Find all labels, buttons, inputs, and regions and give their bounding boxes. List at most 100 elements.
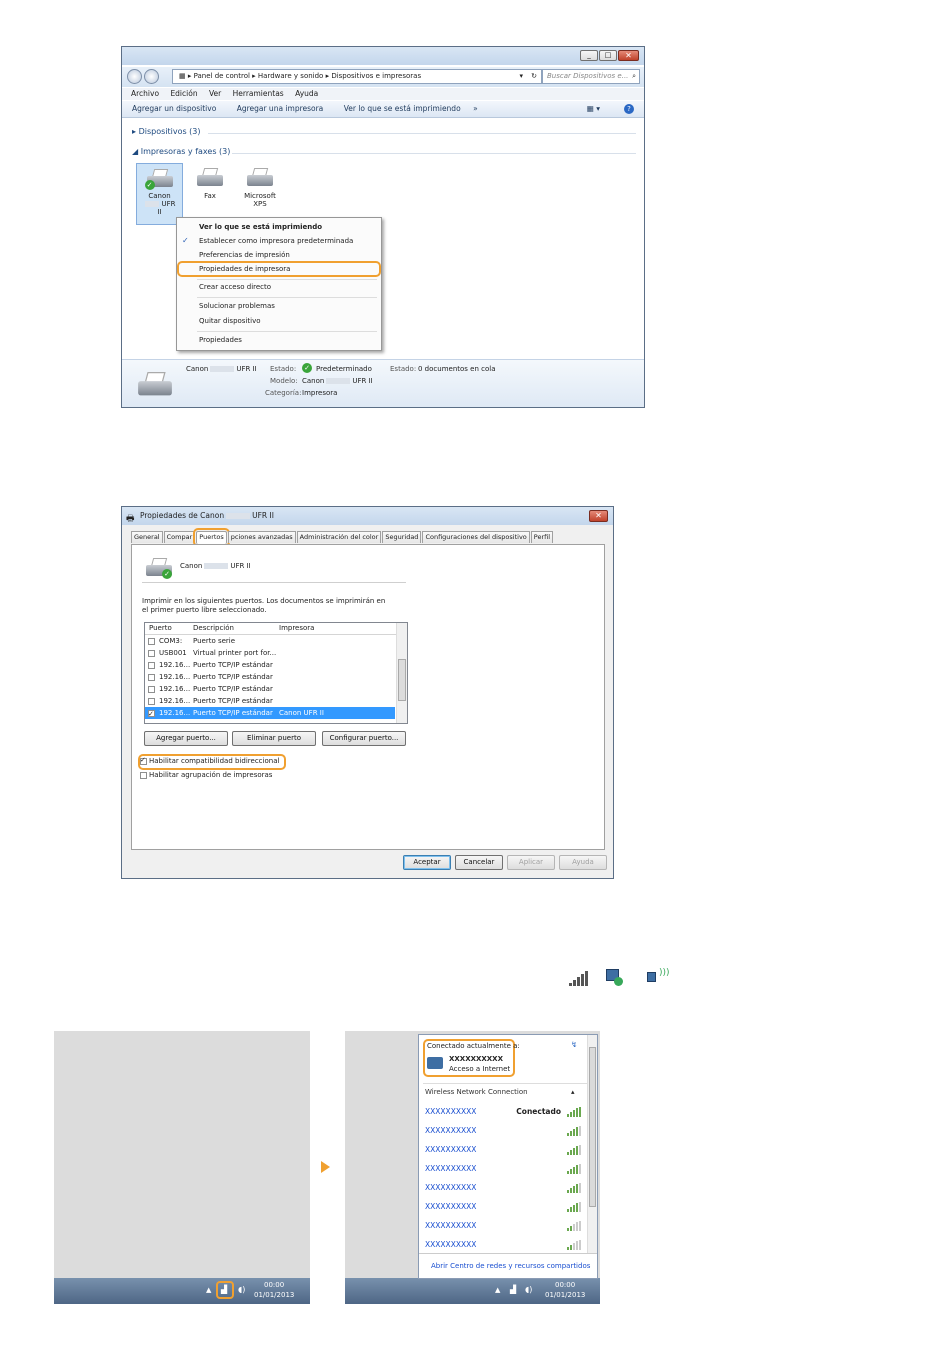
network-tray-icon[interactable]: ▟ [510, 1285, 516, 1294]
clock-time[interactable]: 00:00 [264, 1281, 284, 1289]
network-item[interactable]: XXXXXXXXXX [425, 1220, 581, 1232]
tab-compartir[interactable]: Compar [163, 531, 196, 543]
help-button: Ayuda [559, 855, 607, 870]
network-tray-icon[interactable]: ▟ [221, 1285, 227, 1294]
port-checkbox[interactable] [148, 649, 155, 657]
tray-up-arrow-icon[interactable]: ▲ [206, 1286, 211, 1294]
breadcrumb[interactable]: ▦ ▸ Panel de control ▸ Hardware y sonido… [172, 69, 542, 84]
open-network-center-link[interactable]: Abrir Centro de redes y recursos compart… [431, 1262, 590, 1270]
menu-ayuda[interactable]: Ayuda [295, 89, 318, 98]
port-checkbox[interactable] [148, 661, 155, 669]
forward-button[interactable] [144, 69, 159, 84]
volume-icon[interactable]: ◖) [238, 1285, 245, 1294]
network-item[interactable]: XXXXXXXXXX [425, 1125, 581, 1137]
menu-archivo[interactable]: Archivo [131, 89, 159, 98]
chevron-down-icon[interactable]: ▾ [519, 70, 523, 83]
tab-configuraciones[interactable]: Configuraciones del dispositivo [422, 531, 530, 543]
more-commands-button[interactable]: » [473, 104, 478, 113]
port-checkbox[interactable] [148, 637, 155, 645]
clock-date[interactable]: 01/01/2013 [545, 1291, 585, 1299]
menu-item-preferences[interactable]: Preferencias de impresión [199, 249, 290, 261]
device-canon[interactable]: ✓ Canon UFR II [136, 163, 183, 225]
table-row-selected[interactable]: 192.16...Puerto TCP/IP estándarCanon UFR… [145, 707, 395, 720]
section-printers[interactable]: ◢ Impresoras y faxes (3) [132, 147, 230, 156]
menu-item-remove[interactable]: Quitar dispositivo [199, 315, 261, 327]
menu-item-troubleshoot[interactable]: Solucionar problemas [199, 300, 275, 312]
tab-color[interactable]: Administración del color [296, 531, 382, 543]
menu-item-see-printing[interactable]: Ver lo que se está imprimiendo [199, 221, 322, 233]
view-options-icon[interactable]: ▦ ▾ [587, 101, 600, 117]
port-checkbox[interactable] [148, 673, 155, 681]
volume-icon[interactable]: ◖) [525, 1285, 532, 1294]
breadcrumb-hardware[interactable]: Hardware y sonido [258, 72, 323, 80]
tab-general[interactable]: General [131, 531, 163, 543]
clock-time[interactable]: 00:00 [555, 1281, 575, 1289]
minimize-button[interactable]: _ [580, 50, 598, 61]
tab-puertos[interactable]: Puertos [193, 528, 230, 547]
tab-perfil[interactable]: Perfil [530, 531, 554, 543]
section-devices[interactable]: ▸ Dispositivos (3) [132, 127, 201, 136]
search-input[interactable]: Buscar Dispositivos e... ⌕ [542, 69, 640, 84]
scrollbar[interactable] [396, 623, 407, 723]
menu-edicion[interactable]: Edición [170, 89, 197, 98]
col-printer[interactable]: Impresora [279, 624, 314, 632]
close-button[interactable]: ✕ [589, 510, 608, 522]
table-row[interactable]: 192.16... Puerto TCP/IP estándar [145, 659, 407, 671]
port-checkbox[interactable] [148, 697, 155, 705]
pooling-checkbox[interactable] [140, 771, 147, 779]
divider [208, 133, 636, 134]
ok-button[interactable]: Aceptar [403, 855, 451, 870]
port-checkbox[interactable] [148, 708, 155, 720]
col-port[interactable]: Puerto [149, 624, 172, 632]
col-description[interactable]: Descripción [193, 624, 234, 632]
table-row[interactable]: 192.16... Puerto TCP/IP estándar [145, 683, 407, 695]
maximize-button[interactable]: □ [599, 50, 617, 61]
configure-port-button[interactable]: Configurar puerto... [322, 731, 406, 746]
add-device-button[interactable]: Agregar un dispositivo [132, 104, 216, 113]
scrollbar[interactable] [587, 1035, 597, 1253]
help-icon[interactable]: ? [624, 104, 634, 114]
table-row[interactable]: 192.16... Puerto TCP/IP estándar [145, 695, 407, 707]
model-label: Modelo: [270, 377, 298, 385]
pooling-option[interactable]: Habilitar agrupación de impresoras [140, 771, 272, 779]
network-item[interactable]: XXXXXXXXXX [425, 1163, 581, 1175]
search-icon[interactable]: ⌕ [632, 70, 636, 83]
menu-item-set-default[interactable]: Establecer como impresora predeterminada [199, 235, 353, 247]
scrollbar-thumb[interactable] [398, 659, 406, 701]
network-item[interactable]: XXXXXXXXXX [425, 1239, 581, 1251]
bidirectional-option[interactable]: Habilitar compatibilidad bidireccional [140, 756, 279, 765]
breadcrumb-control-panel[interactable]: Panel de control [194, 72, 250, 80]
menu-ver[interactable]: Ver [209, 89, 221, 98]
tab-seguridad[interactable]: Seguridad [382, 531, 422, 543]
breadcrumb-devices[interactable]: Dispositivos e impresoras [331, 72, 421, 80]
device-fax[interactable]: Fax [188, 167, 232, 200]
clock-date[interactable]: 01/01/2013 [254, 1291, 294, 1299]
back-button[interactable] [127, 69, 142, 84]
network-item[interactable]: XXXXXXXXXX Conectado [425, 1106, 581, 1118]
cancel-button[interactable]: Cancelar [455, 855, 503, 870]
bidirectional-checkbox[interactable] [140, 756, 147, 765]
menu-herramientas[interactable]: Herramientas [233, 89, 284, 98]
network-item[interactable]: XXXXXXXXXX [425, 1182, 581, 1194]
ports-list[interactable]: Puerto Descripción Impresora COM3: Puerto… [144, 622, 408, 724]
scrollbar-thumb[interactable] [589, 1047, 596, 1207]
table-row[interactable]: COM3: Puerto serie [145, 635, 407, 647]
table-row[interactable]: USB001 Virtual printer port for... [145, 647, 407, 659]
device-xps[interactable]: Microsoft XPS [238, 167, 282, 208]
add-printer-button[interactable]: Agregar una impresora [237, 104, 324, 113]
table-row[interactable]: 192.16... Puerto TCP/IP estándar [145, 671, 407, 683]
refresh-icon[interactable]: ↻ [531, 70, 537, 83]
network-item[interactable]: XXXXXXXXXX [425, 1201, 581, 1213]
tray-up-arrow-icon[interactable]: ▲ [495, 1286, 500, 1294]
refresh-icon[interactable]: ↯ [571, 1040, 577, 1049]
menu-item-properties[interactable]: Propiedades [199, 334, 242, 346]
add-port-button[interactable]: Agregar puerto... [144, 731, 228, 746]
network-item[interactable]: XXXXXXXXXX [425, 1144, 581, 1156]
tab-opciones-avanzadas[interactable]: pciones avanzadas [227, 531, 296, 543]
collapse-icon[interactable]: ▴ [571, 1088, 575, 1096]
delete-port-button[interactable]: Eliminar puerto [232, 731, 316, 746]
menu-item-shortcut[interactable]: Crear acceso directo [199, 281, 271, 293]
close-button[interactable]: ✕ [618, 50, 639, 61]
port-checkbox[interactable] [148, 685, 155, 693]
see-printing-button[interactable]: Ver lo que se está imprimiendo [344, 104, 461, 113]
